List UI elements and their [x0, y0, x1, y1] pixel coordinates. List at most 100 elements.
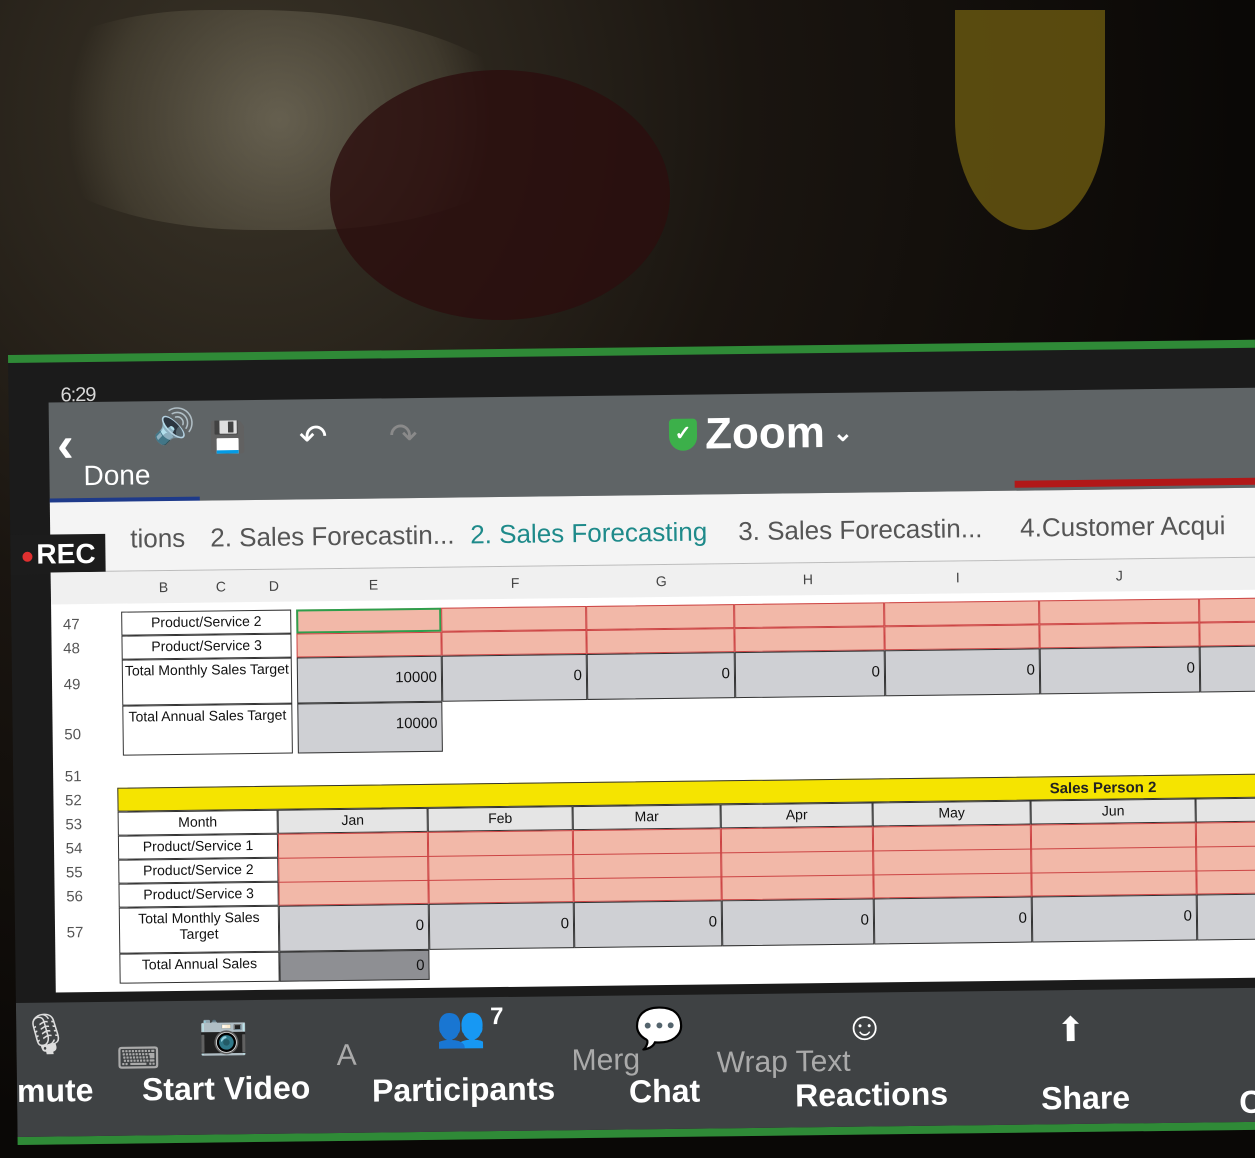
row-number: 55: [65, 864, 83, 882]
back-chevron-icon: ‹: [56, 416, 75, 473]
microphone-muted-icon: 🎙: [20, 1012, 72, 1057]
input-cell[interactable]: [441, 605, 587, 632]
month-label-cell[interactable]: Month: [117, 809, 278, 836]
annual-total-cell[interactable]: 10000: [297, 701, 443, 754]
input-cell[interactable]: [1199, 621, 1255, 647]
month-header[interactable]: Feb: [427, 806, 573, 832]
month-header[interactable]: Jun: [1030, 798, 1196, 825]
col-h: H: [802, 571, 814, 588]
label-cell[interactable]: Product/Service 3: [121, 633, 292, 660]
rec-label: REC: [36, 537, 96, 570]
chevron-down-icon: ⌄: [832, 419, 854, 447]
annual-total-cell[interactable]: 0: [279, 949, 430, 982]
label-cell[interactable]: Product/Service 3: [118, 881, 279, 908]
speaker-icon[interactable]: 🔊: [153, 407, 196, 448]
row-number: 50: [64, 726, 82, 744]
input-cell[interactable]: [1195, 821, 1255, 895]
input-cell[interactable]: [884, 600, 1040, 627]
label-cell[interactable]: Product/Service 1: [117, 833, 279, 860]
input-cell[interactable]: [586, 604, 735, 630]
reactions-icon: ☺: [844, 1004, 886, 1049]
month-header[interactable]: Apr: [720, 802, 873, 829]
total-cell[interactable]: 0: [1039, 646, 1201, 695]
row-number: 47: [62, 616, 80, 634]
participants-button[interactable]: Participants: [372, 1070, 556, 1109]
tab-2-active[interactable]: 2. Sales Forecasting: [470, 516, 707, 550]
total-cell[interactable]: 0: [573, 900, 723, 949]
label-cell[interactable]: Total Annual Sales Target: [122, 703, 293, 756]
month-header[interactable]: Jan: [277, 807, 428, 834]
participants-count: 7: [489, 1002, 504, 1031]
tab-1[interactable]: 2. Sales Forecastin...: [210, 520, 455, 554]
input-cell[interactable]: [884, 624, 1040, 651]
input-cell[interactable]: [296, 631, 442, 658]
total-cell[interactable]: [1196, 893, 1255, 941]
start-video-button[interactable]: Start Video: [142, 1069, 311, 1108]
total-cell[interactable]: [1199, 645, 1255, 693]
total-cell[interactable]: 0: [721, 898, 875, 947]
chat-icon: 💬: [634, 1006, 685, 1052]
col-g: G: [655, 572, 667, 590]
label-cell[interactable]: Product/Service 2: [118, 857, 279, 884]
photo-background: 6:29 ‹ Done 🔊 💾 ↶ ↷ ✓ Zoom ⌄ tions 2. Sa…: [0, 0, 1255, 1158]
meeting-title[interactable]: ✓ Zoom ⌄: [668, 408, 854, 460]
input-cell[interactable]: [1030, 822, 1197, 897]
col-d: D: [268, 577, 280, 594]
total-cell[interactable]: 0: [586, 652, 736, 700]
tab-0[interactable]: tions: [130, 523, 185, 555]
row-number: 49: [63, 676, 81, 694]
input-cell[interactable]: [1199, 597, 1255, 623]
tab-3[interactable]: 3. Sales Forecastin...: [738, 513, 983, 547]
input-cell[interactable]: [734, 602, 885, 629]
total-cell[interactable]: 0: [884, 648, 1041, 697]
tab-4[interactable]: 4.Customer Acqui: [1020, 510, 1226, 544]
col-f: F: [510, 574, 520, 591]
total-cell[interactable]: 0: [428, 902, 575, 950]
spreadsheet[interactable]: B C D E F G H I J 47 48 49 50 Product/Se…: [50, 557, 1255, 993]
mute-button[interactable]: mute: [17, 1072, 94, 1110]
month-header[interactable]: May: [872, 800, 1031, 827]
share-button[interactable]: Share: [1041, 1079, 1130, 1117]
ghost-wrap-text-label: Wrap Text: [716, 1044, 851, 1080]
total-cell[interactable]: 0: [734, 650, 886, 699]
input-cell[interactable]: [1039, 598, 1200, 625]
col-b: B: [158, 579, 169, 596]
video-off-icon: 📷: [198, 1012, 249, 1057]
input-cell[interactable]: [872, 824, 1032, 899]
row-number: 54: [65, 840, 83, 858]
save-icon[interactable]: 💾: [209, 420, 247, 455]
done-button[interactable]: ‹ Done: [57, 416, 151, 491]
chat-button[interactable]: Chat: [629, 1073, 701, 1111]
input-cell[interactable]: [277, 831, 429, 906]
input-cell[interactable]: [720, 826, 874, 901]
redo-icon[interactable]: ↷: [389, 416, 418, 456]
total-cell[interactable]: 0: [441, 653, 588, 702]
input-cell[interactable]: [586, 628, 735, 654]
total-cell[interactable]: 0: [278, 903, 430, 952]
label-cell[interactable]: Total Monthly Sales Target: [121, 657, 293, 706]
phone-screen: 6:29 ‹ Done 🔊 💾 ↶ ↷ ✓ Zoom ⌄ tions 2. Sa…: [8, 339, 1255, 1145]
total-cell[interactable]: 0: [873, 896, 1033, 945]
input-cell[interactable]: [427, 830, 574, 904]
row-number: 57: [66, 924, 84, 942]
undo-icon[interactable]: ↶: [299, 417, 328, 457]
input-cell[interactable]: [1039, 622, 1200, 649]
label-cell[interactable]: Total Annual Sales: [119, 951, 280, 984]
selected-cell[interactable]: [296, 607, 442, 634]
label-cell[interactable]: Product/Service 2: [121, 609, 292, 636]
total-cell[interactable]: 10000: [296, 655, 443, 704]
input-cell[interactable]: [572, 828, 722, 903]
more-button[interactable]: C: [1239, 1084, 1255, 1121]
month-header[interactable]: [1195, 797, 1255, 823]
label-cell[interactable]: Total Monthly Sales Target: [118, 905, 280, 954]
done-label: Done: [83, 459, 151, 492]
input-cell[interactable]: [734, 626, 885, 653]
rec-dot-icon: [22, 551, 33, 562]
input-cell[interactable]: [441, 629, 587, 656]
total-cell[interactable]: 0: [1031, 894, 1198, 943]
reactions-button[interactable]: Reactions: [795, 1076, 948, 1115]
share-arrow-icon: ⬆: [1056, 1010, 1086, 1050]
app-title: Zoom: [704, 408, 826, 459]
row-number: 52: [65, 792, 82, 810]
month-header[interactable]: Mar: [572, 804, 721, 831]
